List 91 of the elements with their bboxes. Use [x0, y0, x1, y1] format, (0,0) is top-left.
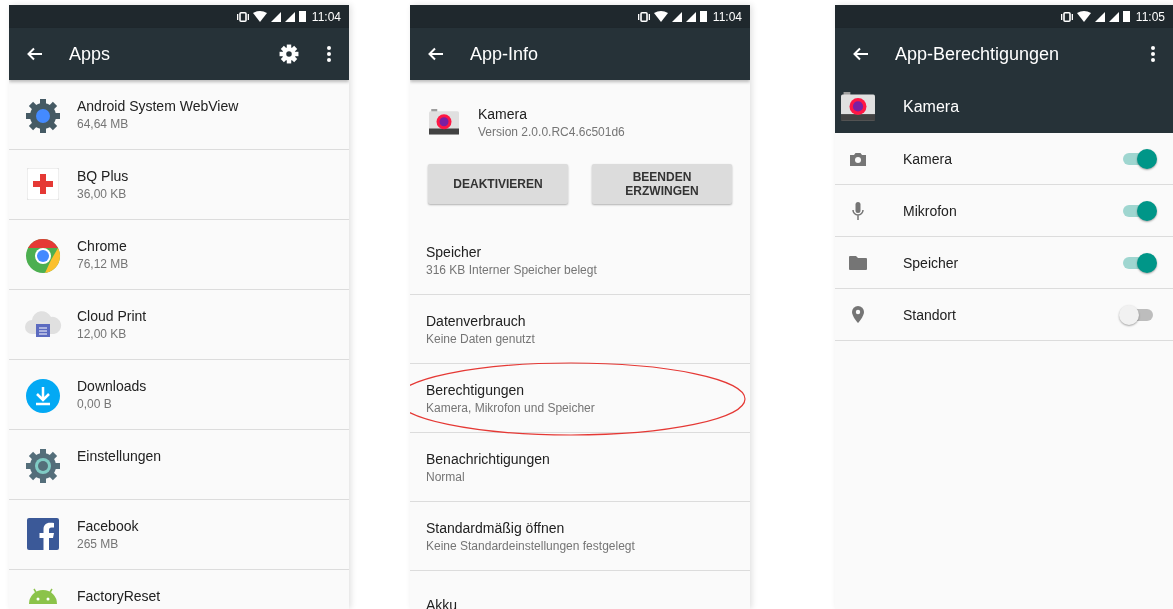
battery-icon — [298, 11, 306, 22]
signal-icon — [270, 11, 281, 22]
permission-item[interactable]: Standort — [835, 289, 1173, 341]
status-time: 11:05 — [1135, 9, 1165, 24]
chrome-icon — [25, 238, 61, 274]
app-list-item[interactable]: Downloads 0,00 B — [9, 360, 349, 430]
app-name: Kamera — [903, 97, 960, 116]
status-time: 11:04 — [712, 9, 742, 24]
vibrate-icon — [236, 11, 249, 22]
facebook-icon — [27, 518, 59, 550]
app-name: Einstellungen — [77, 448, 162, 464]
app-size: 0,00 B — [77, 397, 113, 411]
app-name: Kamera — [478, 105, 529, 122]
wifi-icon — [653, 11, 668, 22]
entry-title: Standardmäßig öffnen — [426, 519, 566, 536]
app-name: Android System WebView — [77, 98, 239, 114]
screen-title: Apps — [69, 43, 112, 65]
screen-title: App-Berechtigungen — [895, 43, 1061, 65]
permission-label: Kamera — [903, 150, 954, 167]
wifi-icon — [1076, 11, 1091, 22]
microphone-icon — [852, 201, 864, 220]
back-arrow-icon[interactable] — [27, 47, 43, 61]
app-name: Chrome — [77, 238, 128, 254]
app-list-item[interactable]: Einstellungen — [9, 430, 349, 500]
settings-entry[interactable]: Standardmäßig öffnen Keine Standardeinstellungen festgelegt — [410, 502, 750, 571]
camera-app-icon — [429, 109, 459, 135]
vibrate-icon — [1060, 11, 1073, 22]
app-name: Downloads — [77, 378, 147, 394]
app-size: 12,00 KB — [77, 327, 128, 341]
battery-icon — [1122, 11, 1130, 22]
battery-icon — [699, 11, 707, 22]
app-size: 265 MB — [77, 537, 120, 551]
screen-title: App-Info — [470, 43, 540, 65]
gear-icon — [25, 98, 61, 134]
app-list-item[interactable]: Cloud Print 12,00 KB — [9, 290, 349, 360]
app-version: Version 2.0.0.RC4.6c501d6 — [478, 124, 625, 139]
signal-icon — [685, 11, 696, 22]
cloud-printer-icon — [24, 308, 62, 340]
signal-icon — [284, 11, 295, 22]
wifi-icon — [252, 11, 267, 22]
gear-icon — [25, 448, 61, 484]
back-arrow-icon[interactable] — [853, 47, 869, 61]
permission-label: Mikrofon — [903, 202, 958, 219]
entry-detail: 316 KB Interner Speicher belegt — [426, 262, 598, 277]
camera-app-icon — [841, 92, 875, 121]
permission-label: Standort — [903, 306, 957, 323]
settings-entry[interactable]: Speicher 316 KB Interner Speicher belegt — [410, 226, 750, 295]
settings-entry[interactable]: Benachrichtigungen Normal — [410, 433, 750, 502]
entry-title: Datenverbrauch — [426, 312, 527, 329]
app-list-item[interactable]: Android System WebView 64,64 MB — [9, 80, 349, 150]
app-size: 36,00 KB — [77, 187, 128, 201]
entry-title: Benachrichtigungen — [426, 450, 551, 467]
app-name: BQ Plus — [77, 168, 129, 184]
folder-icon — [849, 255, 867, 270]
entry-title: Speicher — [426, 243, 483, 260]
entry-detail: Normal — [426, 469, 466, 484]
back-arrow-icon[interactable] — [428, 47, 444, 61]
app-list-item[interactable]: BQ Plus 36,00 KB — [9, 150, 349, 220]
app-list-item[interactable]: Facebook 265 MB — [9, 500, 349, 570]
app-size: 76,12 MB — [77, 257, 129, 271]
app-name: Facebook — [77, 518, 139, 534]
vibrate-icon — [637, 11, 650, 22]
permission-item[interactable]: Speicher — [835, 237, 1173, 289]
android-robot-icon — [26, 588, 60, 604]
action-button[interactable]: DEAKTIVIEREN — [428, 164, 568, 204]
signal-icon — [671, 11, 682, 22]
app-name: Cloud Print — [77, 308, 147, 324]
entry-title: Berechtigungen — [426, 381, 526, 398]
settings-icon[interactable] — [279, 44, 299, 64]
signal-icon — [1108, 11, 1119, 22]
entry-detail: Keine Standardeinstellungen festgelegt — [426, 538, 636, 553]
settings-entry[interactable]: Datenverbrauch Keine Daten genutzt — [410, 295, 750, 364]
permission-item[interactable]: Kamera — [835, 133, 1173, 185]
settings-entry[interactable]: Berechtigungen Kamera, Mikrofon und Speicher — [410, 364, 750, 433]
permission-label: Speicher — [903, 254, 960, 271]
app-list-item[interactable]: Chrome 76,12 MB — [9, 220, 349, 290]
more-options-icon[interactable] — [327, 46, 331, 62]
status-time: 11:04 — [311, 9, 341, 24]
permission-item[interactable]: Mikrofon — [835, 185, 1173, 237]
location-pin-icon — [852, 306, 864, 323]
download-icon — [25, 378, 61, 414]
entry-detail: Kamera, Mikrofon und Speicher — [426, 400, 596, 415]
signal-icon — [1094, 11, 1105, 22]
action-button[interactable]: BEENDEN ERZWINGEN — [592, 164, 732, 204]
camera-icon — [850, 151, 866, 166]
app-size: 64,64 MB — [77, 117, 130, 131]
plus-icon — [27, 168, 59, 200]
app-list-item[interactable]: FactoryReset — [9, 570, 349, 609]
more-options-icon[interactable] — [1151, 46, 1155, 62]
entry-detail: Keine Daten genutzt — [426, 331, 536, 346]
app-name: FactoryReset — [77, 588, 161, 604]
